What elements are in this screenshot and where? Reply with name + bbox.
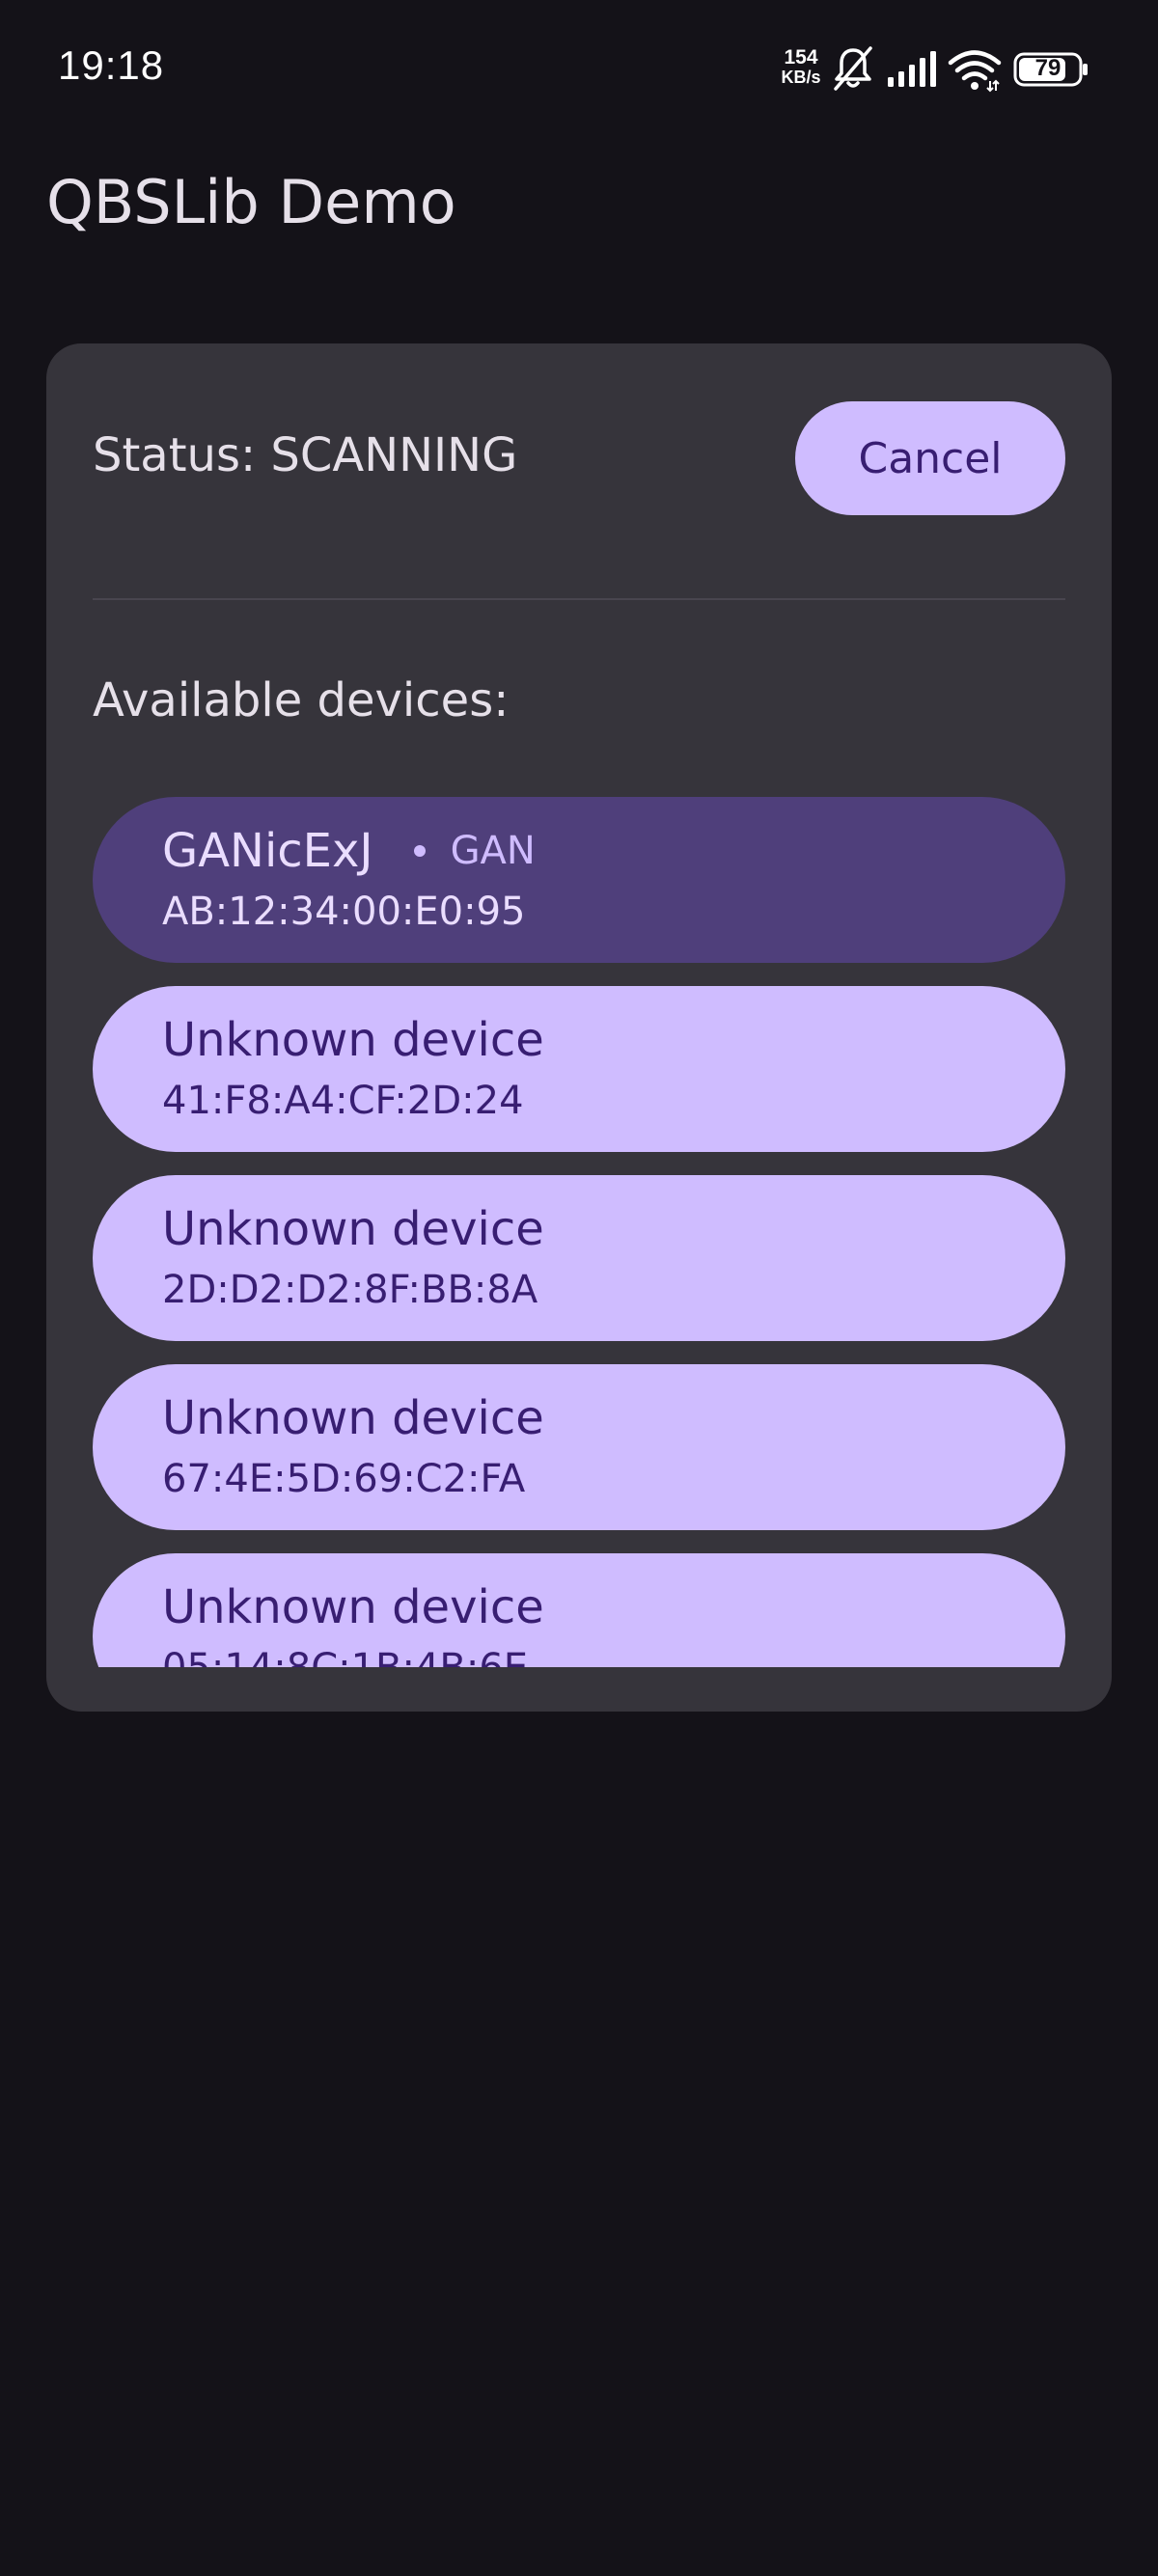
- device-item[interactable]: Unknown device 2D:D2:D2:8F:BB:8A: [93, 1175, 1065, 1341]
- device-name-row: Unknown device: [162, 1200, 544, 1258]
- device-address: 2D:D2:D2:8F:BB:8A: [162, 1268, 538, 1312]
- device-item[interactable]: Unknown device 67:4E:5D:69:C2:FA: [93, 1364, 1065, 1530]
- app-title: QBSLib Demo: [46, 167, 456, 237]
- network-speed-unit: KB/s: [781, 68, 821, 87]
- device-item[interactable]: Unknown device 05:14:8C:1B:4B:6E: [93, 1553, 1065, 1667]
- bell-off-icon: [834, 46, 872, 91]
- device-name: Unknown device: [162, 1391, 544, 1445]
- device-list[interactable]: GANicExJ GAN AB:12:34:00:E0:95 Unknown d…: [93, 797, 1065, 1667]
- battery-level: 79: [1034, 55, 1062, 81]
- status-clock: 19:18: [58, 42, 165, 88]
- device-name: GANicExJ: [162, 824, 373, 878]
- status-bar: 19:18 154 KB/s 79: [0, 0, 1158, 135]
- scan-status: Status: SCANNING: [93, 428, 518, 482]
- device-name: Unknown device: [162, 1202, 544, 1256]
- divider: [93, 598, 1065, 600]
- device-name: Unknown device: [162, 1013, 544, 1067]
- device-name-row: Unknown device: [162, 1011, 544, 1069]
- device-item[interactable]: Unknown device 41:F8:A4:CF:2D:24: [93, 986, 1065, 1152]
- wifi-icon: [948, 50, 1002, 93]
- device-name: Unknown device: [162, 1580, 544, 1634]
- device-name-row: GANicExJ GAN: [162, 822, 536, 880]
- device-address: AB:12:34:00:E0:95: [162, 890, 526, 934]
- device-address: 67:4E:5D:69:C2:FA: [162, 1457, 526, 1501]
- device-name-row: Unknown device: [162, 1389, 544, 1447]
- network-speed-indicator: 154 KB/s: [772, 46, 830, 87]
- cancel-button[interactable]: Cancel: [795, 401, 1065, 515]
- device-address: 05:14:8C:1B:4B:6E: [162, 1644, 528, 1667]
- device-brand: GAN: [450, 829, 536, 873]
- available-devices-label: Available devices:: [93, 673, 510, 727]
- scan-card: Status: SCANNING Cancel Available device…: [46, 343, 1112, 1712]
- separator-dot: [413, 845, 426, 857]
- device-address: 41:F8:A4:CF:2D:24: [162, 1079, 524, 1123]
- device-name-row: Unknown device: [162, 1578, 544, 1636]
- device-item[interactable]: GANicExJ GAN AB:12:34:00:E0:95: [93, 797, 1065, 963]
- signal-icon: [888, 51, 936, 87]
- network-speed-value: 154: [784, 46, 818, 69]
